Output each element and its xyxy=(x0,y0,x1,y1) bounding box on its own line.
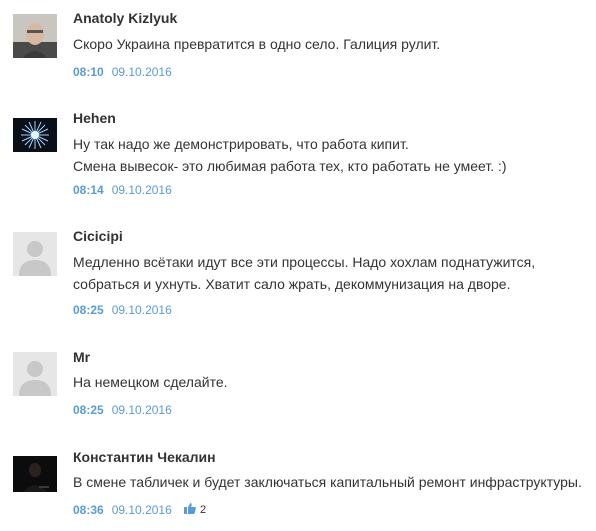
like-count: 2 xyxy=(200,504,207,516)
author-avatar[interactable] xyxy=(13,118,57,152)
comment-text-line: собраться и ухнуть. Хватит сало жрать, д… xyxy=(73,276,511,292)
comment-text: На немецком сделайте. xyxy=(73,371,228,393)
comment-meta: 08:36 09.10.2016 2 xyxy=(73,503,206,517)
comment-text-line: Медленно всётаки идут все эти процессы. … xyxy=(73,254,536,270)
comment-author[interactable]: Anatoly Kizlyuk xyxy=(73,9,177,27)
comment-date: 09.10.2016 xyxy=(111,403,172,417)
comment-author[interactable]: Константин Чекалин xyxy=(73,448,216,466)
comment-date: 09.10.2016 xyxy=(111,65,172,79)
comment-date: 09.10.2016 xyxy=(111,183,172,197)
comment-text-line: Смена вывесок- это любимая работа тех, к… xyxy=(73,158,507,174)
comment-author[interactable]: Cicicipi xyxy=(73,227,123,245)
author-avatar[interactable] xyxy=(13,14,57,58)
comment-meta: 08:10 09.10.2016 xyxy=(73,65,172,79)
comment-meta: 08:14 09.10.2016 xyxy=(73,183,172,197)
comment-time[interactable]: 08:10 xyxy=(73,65,104,79)
comment-text: Ну так надо же демонстрировать, что рабо… xyxy=(73,133,507,177)
thumbs-up-icon xyxy=(184,503,196,518)
comment-text-line: В смене табличек и будет заключаться кап… xyxy=(73,474,582,490)
comment-author[interactable]: Hehen xyxy=(73,109,116,127)
comment-text-line: На немецком сделайте. xyxy=(73,374,228,390)
comment-date: 09.10.2016 xyxy=(111,303,172,317)
default-user-avatar[interactable] xyxy=(13,232,57,276)
comment-author[interactable]: Mr xyxy=(73,348,90,366)
comments-list: Anatoly Kizlyuk Скоро Украина превратитс… xyxy=(0,0,596,531)
comment-meta: 08:25 09.10.2016 xyxy=(73,403,172,417)
comment-time[interactable]: 08:25 xyxy=(73,403,104,417)
comment-time[interactable]: 08:36 xyxy=(73,503,104,517)
comment-time[interactable]: 08:25 xyxy=(73,303,104,317)
author-avatar[interactable] xyxy=(13,456,57,492)
comment-text: Скоро Украина превратится в одно село. Г… xyxy=(73,33,440,55)
comment-date: 09.10.2016 xyxy=(111,503,172,517)
comment-text: Медленно всётаки идут все эти процессы. … xyxy=(73,251,535,295)
comment-meta: 08:25 09.10.2016 xyxy=(73,303,172,317)
comment-text-line: Ну так надо же демонстрировать, что рабо… xyxy=(73,136,409,152)
comment-time[interactable]: 08:14 xyxy=(73,183,104,197)
like-button[interactable]: 2 xyxy=(184,503,206,518)
comment-text: В смене табличек и будет заключаться кап… xyxy=(73,471,582,493)
comment-text-line: Скоро Украина превратится в одно село. Г… xyxy=(73,36,441,52)
default-user-avatar[interactable] xyxy=(13,352,57,396)
